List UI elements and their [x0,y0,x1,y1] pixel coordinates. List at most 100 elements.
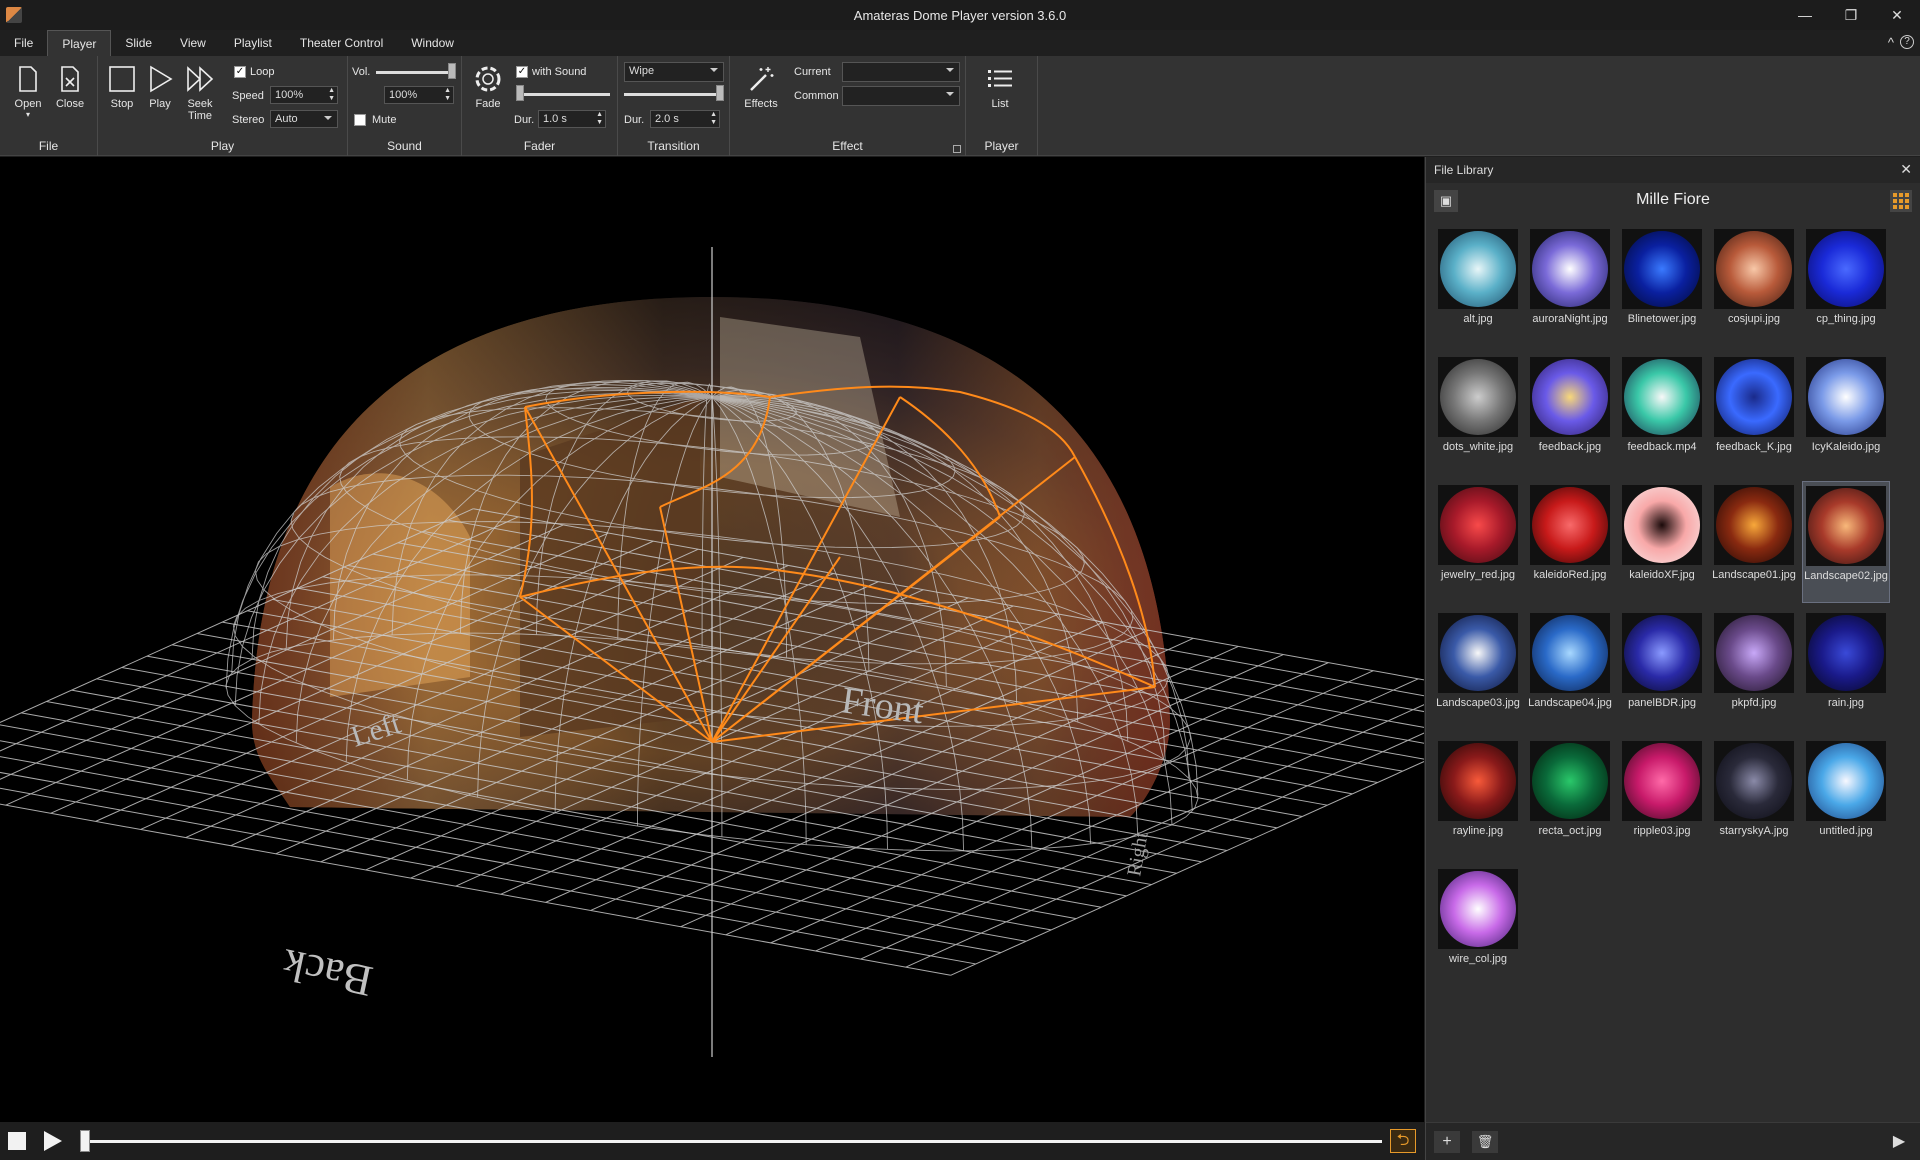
ribbon-group-fader: Fade ✓ with Sound Dur. 1.0 s ▲ ▼ Fader [462,56,618,156]
library-thumbnail[interactable]: alt.jpg [1434,225,1522,347]
stereo-dropdown[interactable]: Auto [270,110,338,128]
thumbnail-image [1714,485,1794,565]
with-sound-checkbox[interactable]: ✓ [516,66,528,78]
library-thumbnail[interactable]: feedback.jpg [1526,353,1614,475]
transition-spinner-icon[interactable]: ▲ ▼ [710,111,717,127]
menu-playlist[interactable]: Playlist [220,30,286,56]
thumbnail-filename: rayline.jpg [1452,825,1504,837]
menu-view[interactable]: View [166,30,220,56]
speed-spinner-icon[interactable]: ▲ ▼ [328,87,335,103]
fader-slider[interactable] [518,93,610,96]
trash-icon[interactable]: 🗑 [1472,1131,1498,1153]
library-thumbnail[interactable]: wire_col.jpg [1434,865,1522,987]
play-button[interactable]: Play [140,64,180,110]
current-effect-dropdown[interactable] [842,62,960,82]
add-file-button[interactable]: + [1434,1131,1460,1153]
play-icon[interactable] [44,1131,62,1151]
thumbnail-image [1806,357,1886,437]
collapse-ribbon-icon[interactable]: ^ [1888,35,1894,50]
library-thumbnail[interactable]: cosjupi.jpg [1710,225,1798,347]
close-window-button[interactable]: ✕ [1874,0,1920,30]
library-thumbnail[interactable]: auroraNight.jpg [1526,225,1614,347]
volume-slider[interactable] [376,71,450,74]
thumbnail-filename: wire_col.jpg [1448,953,1508,965]
with-sound-label: with Sound [532,66,587,78]
library-thumbnail[interactable]: rayline.jpg [1434,737,1522,859]
transition-slider-thumb[interactable] [716,85,724,101]
fisheye-preview [1440,359,1516,435]
stop-icon[interactable] [8,1132,26,1150]
stop-icon [109,66,135,92]
transition-duration-input[interactable]: 2.0 s ▲ ▼ [650,110,720,128]
library-thumbnail[interactable]: Landscape02.jpg [1802,481,1890,603]
open-button[interactable]: Open ▾ [8,64,48,119]
seek-time-button[interactable]: Seek Time [180,64,220,122]
library-thumbnail[interactable]: ripple03.jpg [1618,737,1706,859]
fader-slider-thumb[interactable] [516,85,524,101]
mute-checkbox[interactable] [354,114,366,126]
loop-toggle-icon[interactable]: ⮌ [1390,1129,1416,1153]
fader-duration-value: 1.0 s [543,113,567,125]
library-thumbnail[interactable]: cp_thing.jpg [1802,225,1890,347]
menu-window[interactable]: Window [397,30,468,56]
fisheye-preview [1808,231,1884,307]
effects-button[interactable]: Effects [740,64,782,110]
minimize-button[interactable]: — [1782,0,1828,30]
fader-spinner-icon[interactable]: ▲ ▼ [596,111,603,127]
library-folder-title: Mille Fiore [1636,191,1710,208]
magic-wand-icon [750,67,774,91]
close-file-button[interactable]: Close [50,64,90,110]
menu-slide[interactable]: Slide [111,30,166,56]
close-file-icon [61,66,79,92]
library-thumbnail[interactable]: kaleidoRed.jpg [1526,481,1614,603]
library-thumbnail[interactable]: panelBDR.jpg [1618,609,1706,731]
library-thumbnail[interactable]: untitled.jpg [1802,737,1890,859]
seek-bar[interactable] [82,1140,1382,1143]
fade-button[interactable]: Fade [468,64,508,110]
ribbon: Open ▾ Close File Stop Play Seek Time ✓ … [0,56,1920,156]
library-thumbnail[interactable]: dots_white.jpg [1434,353,1522,475]
library-thumbnail[interactable]: kaleidoXF.jpg [1618,481,1706,603]
menu-player[interactable]: Player [47,30,112,56]
thumbnail-filename: dots_white.jpg [1442,441,1514,453]
library-thumbnail[interactable]: feedback.mp4 [1618,353,1706,475]
library-header: File Library ✕ [1426,157,1920,183]
file-library-panel: File Library ✕ ▣ Mille Fiore alt.jpg auro… [1425,157,1920,1160]
library-thumbnail[interactable]: Landscape04.jpg [1526,609,1614,731]
menu-theater-control[interactable]: Theater Control [286,30,397,56]
list-button[interactable]: List [980,64,1020,110]
loop-checkbox[interactable]: ✓ [234,66,246,78]
library-thumbnail[interactable]: IcyKaleido.jpg [1802,353,1890,475]
dome-preview-viewport[interactable]: Front Left Back Right [0,157,1424,1122]
library-thumbnail[interactable]: rain.jpg [1802,609,1890,731]
grid-view-icon[interactable] [1890,190,1912,212]
library-thumbnail[interactable]: pkpfd.jpg [1710,609,1798,731]
ribbon-group-player: List Player [966,56,1038,156]
play-selected-button[interactable]: ▶ [1886,1131,1912,1153]
thumbnail-filename: kaleidoXF.jpg [1629,569,1695,581]
maximize-button[interactable]: ❐ [1828,0,1874,30]
common-effect-dropdown[interactable] [842,86,960,106]
volume-slider-thumb[interactable] [448,63,456,79]
volume-spinner-icon[interactable]: ▲ ▼ [444,87,451,103]
transition-type-dropdown[interactable]: Wipe [624,62,724,82]
volume-input[interactable]: 100% ▲ ▼ [384,86,454,104]
seek-bar-thumb[interactable] [80,1130,90,1152]
help-icon[interactable]: ? [1900,35,1914,49]
library-thumbnail[interactable]: Blinetower.jpg [1618,225,1706,347]
library-thumbnail[interactable]: feedback_K.jpg [1710,353,1798,475]
library-thumbnail[interactable]: jewelry_red.jpg [1434,481,1522,603]
library-thumbnail[interactable]: Landscape03.jpg [1434,609,1522,731]
close-icon[interactable]: ✕ [1900,161,1912,178]
speed-input[interactable]: 100% ▲ ▼ [270,86,338,104]
open-icon [19,66,37,92]
transport-bar: ⮌ [0,1122,1424,1160]
fader-duration-input[interactable]: 1.0 s ▲ ▼ [538,110,606,128]
menu-file[interactable]: File [0,30,47,56]
stop-button[interactable]: Stop [102,64,142,110]
group-label-transition: Transition [647,139,700,153]
library-thumbnail[interactable]: starryskyA.jpg [1710,737,1798,859]
library-thumbnail[interactable]: recta_oct.jpg [1526,737,1614,859]
transition-slider[interactable] [624,93,720,96]
library-thumbnail[interactable]: Landscape01.jpg [1710,481,1798,603]
